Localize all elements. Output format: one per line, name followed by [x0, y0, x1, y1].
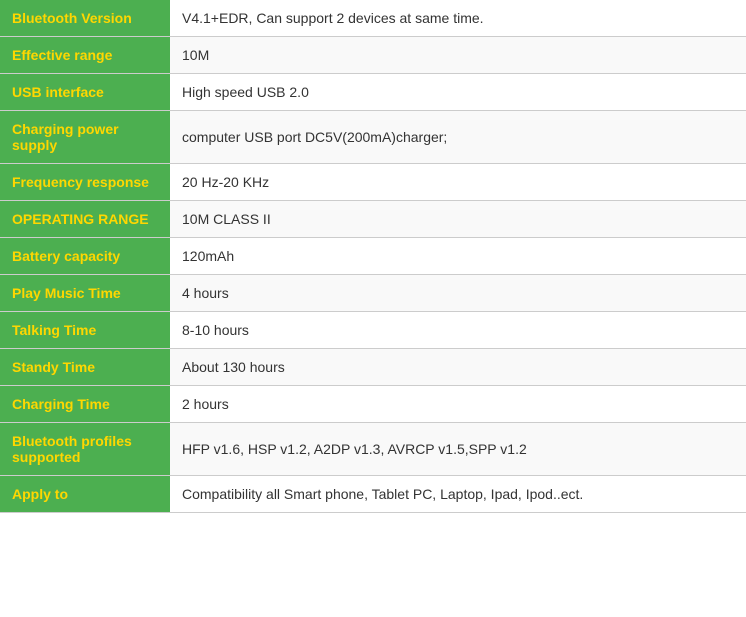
table-row: Talking Time8-10 hours — [0, 312, 746, 349]
spec-value: 8-10 hours — [170, 312, 746, 349]
spec-value: Compatibility all Smart phone, Tablet PC… — [170, 476, 746, 513]
spec-value: High speed USB 2.0 — [170, 74, 746, 111]
spec-value: 20 Hz-20 KHz — [170, 164, 746, 201]
spec-label: Charging Time — [0, 386, 170, 423]
table-row: Battery capacity120mAh — [0, 238, 746, 275]
spec-value: About 130 hours — [170, 349, 746, 386]
spec-label: OPERATING RANGE — [0, 201, 170, 238]
spec-label: Charging power supply — [0, 111, 170, 164]
table-row: Bluetooth profiles supportedHFP v1.6, HS… — [0, 423, 746, 476]
spec-label: Battery capacity — [0, 238, 170, 275]
table-row: USB interfaceHigh speed USB 2.0 — [0, 74, 746, 111]
spec-value: V4.1+EDR, Can support 2 devices at same … — [170, 0, 746, 37]
table-row: OPERATING RANGE10M CLASS II — [0, 201, 746, 238]
spec-label: Standy Time — [0, 349, 170, 386]
spec-value: 120mAh — [170, 238, 746, 275]
spec-value: 2 hours — [170, 386, 746, 423]
spec-value: 10M CLASS II — [170, 201, 746, 238]
spec-value: 4 hours — [170, 275, 746, 312]
spec-value: HFP v1.6, HSP v1.2, A2DP v1.3, AVRCP v1.… — [170, 423, 746, 476]
spec-label: Talking Time — [0, 312, 170, 349]
spec-label: USB interface — [0, 74, 170, 111]
table-row: Frequency response20 Hz-20 KHz — [0, 164, 746, 201]
table-row: Standy TimeAbout 130 hours — [0, 349, 746, 386]
spec-label: Play Music Time — [0, 275, 170, 312]
spec-label: Effective range — [0, 37, 170, 74]
table-row: Charging power supplycomputer USB port D… — [0, 111, 746, 164]
spec-label: Apply to — [0, 476, 170, 513]
table-row: Play Music Time4 hours — [0, 275, 746, 312]
spec-value: 10M — [170, 37, 746, 74]
spec-label: Bluetooth Version — [0, 0, 170, 37]
table-row: Charging Time2 hours — [0, 386, 746, 423]
spec-value: computer USB port DC5V(200mA)charger; — [170, 111, 746, 164]
spec-table: Bluetooth VersionV4.1+EDR, Can support 2… — [0, 0, 746, 513]
table-row: Bluetooth VersionV4.1+EDR, Can support 2… — [0, 0, 746, 37]
table-row: Effective range10M — [0, 37, 746, 74]
spec-label: Frequency response — [0, 164, 170, 201]
table-row: Apply toCompatibility all Smart phone, T… — [0, 476, 746, 513]
spec-label: Bluetooth profiles supported — [0, 423, 170, 476]
